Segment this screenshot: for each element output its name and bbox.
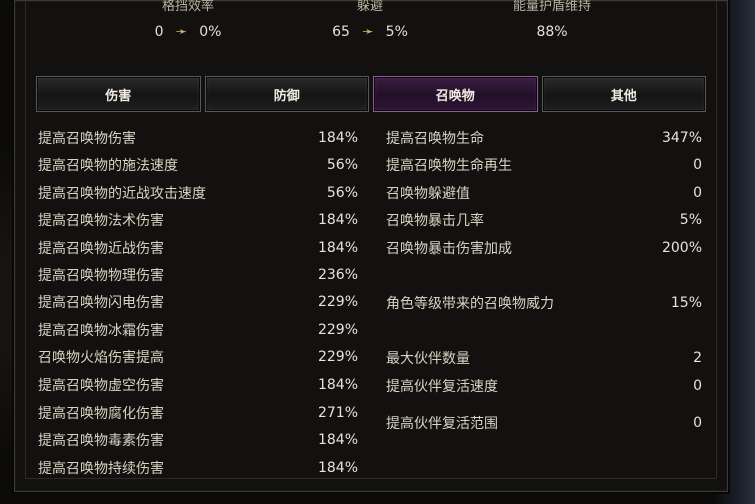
stat-value: 184% xyxy=(317,240,358,256)
dodge-values: 65 ➛ 5% xyxy=(324,24,416,40)
stat-value: 2 xyxy=(693,350,702,366)
stat-label: 提高召唤物冰霜伤害 xyxy=(38,323,164,339)
stat-value: 200% xyxy=(661,240,702,256)
block-efficiency-from: 0 xyxy=(154,24,164,40)
stat-label: 提高召唤物法术伤害 xyxy=(38,213,164,229)
stat-row: 提高召唤物生命 347% xyxy=(386,128,702,148)
dodge-from: 65 xyxy=(332,24,350,40)
stat-value: 56% xyxy=(326,185,358,201)
stat-value: 184% xyxy=(317,377,358,393)
stat-row: 提高召唤物近战伤害 184% xyxy=(38,238,358,258)
stat-value: 229% xyxy=(317,322,358,338)
stat-label: 召唤物火焰伤害提高 xyxy=(38,350,164,366)
stat-row: 提高召唤物伤害 184% xyxy=(38,128,358,148)
stat-label: 提高召唤物的施法速度 xyxy=(38,158,178,174)
stat-value: 229% xyxy=(317,294,358,310)
stat-row: 角色等级带来的召唤物威力 15% xyxy=(386,293,702,313)
stat-row: 最大伙伴数量 2 xyxy=(386,348,702,368)
stat-value: 236% xyxy=(317,267,358,283)
stat-row: 提高召唤物的施法速度 56% xyxy=(38,155,358,175)
dodge-label: 躲避 xyxy=(356,0,383,14)
stat-label: 提高召唤物近战伤害 xyxy=(38,241,164,257)
stat-value: 0 xyxy=(693,157,702,173)
stat-value: 15% xyxy=(670,295,702,311)
stat-value: 184% xyxy=(317,130,358,146)
stat-value: 184% xyxy=(317,432,358,448)
stat-value: 347% xyxy=(661,130,702,146)
stat-value: 0 xyxy=(693,185,702,201)
dodge-to: 5% xyxy=(385,24,408,40)
block-efficiency-to: 0% xyxy=(199,24,222,40)
stat-row: 召唤物暴击几率 5% xyxy=(386,210,702,230)
stat-label: 角色等级带来的召唤物威力 xyxy=(386,296,554,312)
stat-label: 召唤物暴击几率 xyxy=(386,213,484,229)
stat-row: 提高召唤物虚空伤害 184% xyxy=(38,375,358,395)
stat-value: 0 xyxy=(693,378,702,394)
arrow-right-icon: ➛ xyxy=(361,24,374,40)
stat-row: 提高召唤物冰霜伤害 229% xyxy=(38,320,358,340)
stat-label: 提高召唤物持续伤害 xyxy=(38,461,164,477)
tab-defense[interactable]: 防御 xyxy=(204,76,369,112)
stat-label: 提高召唤物毒素伤害 xyxy=(38,433,164,449)
energy-shield-maintain-label: 能量护盾维持 xyxy=(512,0,591,14)
stat-row: 提高召唤物闪电伤害 229% xyxy=(38,292,358,312)
stat-row: 提高召唤物持续伤害 184% xyxy=(38,458,358,478)
stat-value: 184% xyxy=(317,212,358,228)
stat-label: 提高召唤物虚空伤害 xyxy=(38,378,164,394)
energy-shield-maintain-value: 88% xyxy=(536,24,568,40)
stat-label: 提高召唤物闪电伤害 xyxy=(38,295,164,311)
stat-value: 5% xyxy=(679,212,702,228)
stat-row: 提高召唤物法术伤害 184% xyxy=(38,210,358,230)
stat-value: 229% xyxy=(317,349,358,365)
energy-shield-maintain-values: 88% xyxy=(500,24,604,40)
stat-label: 最大伙伴数量 xyxy=(386,351,470,367)
stat-row: 召唤物火焰伤害提高 229% xyxy=(38,347,358,367)
dodge-stat: 躲避 65 ➛ 5% xyxy=(324,0,416,40)
stat-row: 提高伙伴复活速度 0 xyxy=(386,376,702,396)
stat-label: 提高召唤物伤害 xyxy=(38,131,136,147)
stat-value: 271% xyxy=(317,405,358,421)
stat-row: 召唤物暴击伤害加成 200% xyxy=(386,238,702,258)
stats-tabs: 伤害 防御 召唤物 其他 xyxy=(36,76,706,112)
stat-row: 召唤物躲避值 0 xyxy=(386,183,702,203)
stat-value: 184% xyxy=(317,460,358,476)
stat-row: 提高召唤物腐化伤害 271% xyxy=(38,403,358,423)
stat-label: 提高伙伴复活速度 xyxy=(386,379,498,395)
tab-damage[interactable]: 伤害 xyxy=(36,76,201,112)
stat-row: 提高召唤物生命再生 0 xyxy=(386,155,702,175)
tab-other[interactable]: 其他 xyxy=(541,76,706,112)
stat-label: 提高召唤物物理伤害 xyxy=(38,268,164,284)
stat-label: 提高伙伴复活范围 xyxy=(386,416,498,432)
stat-row: 提高召唤物的近战攻击速度 56% xyxy=(38,183,358,203)
block-efficiency-values: 0 ➛ 0% xyxy=(146,24,230,40)
stat-value: 56% xyxy=(326,157,358,173)
stat-label: 提高召唤物的近战攻击速度 xyxy=(38,186,206,202)
stat-value: 0 xyxy=(693,415,702,431)
arrow-right-icon: ➛ xyxy=(175,24,188,40)
energy-shield-maintain-stat: 能量护盾维持 88% xyxy=(500,0,604,40)
tab-minions[interactable]: 召唤物 xyxy=(373,76,538,112)
stat-label: 提高召唤物生命再生 xyxy=(386,158,512,174)
stat-row: 提高伙伴复活范围 0 xyxy=(386,413,702,433)
stat-label: 提高召唤物腐化伤害 xyxy=(38,406,164,422)
stat-label: 提高召唤物生命 xyxy=(386,131,484,147)
block-efficiency-stat: 格挡效率 0 ➛ 0% xyxy=(146,0,230,40)
stat-row: 提高召唤物毒素伤害 184% xyxy=(38,430,358,450)
stat-label: 召唤物躲避值 xyxy=(386,186,470,202)
stat-label: 召唤物暴击伤害加成 xyxy=(386,241,512,257)
block-efficiency-label: 格挡效率 xyxy=(161,0,214,14)
stat-row: 提高召唤物物理伤害 236% xyxy=(38,265,358,285)
